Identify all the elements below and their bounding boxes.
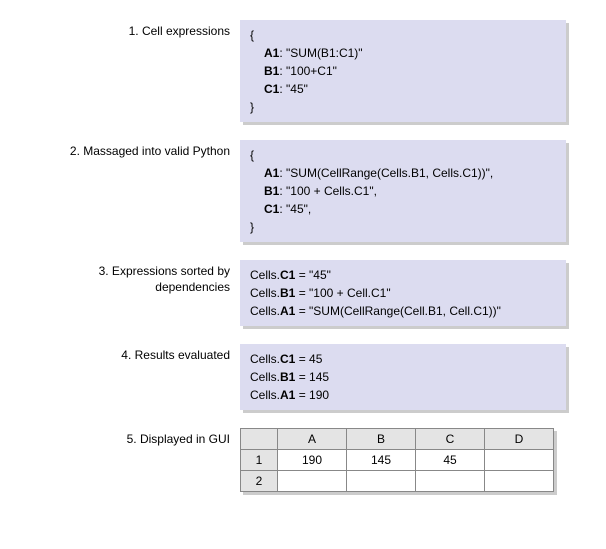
step-1: 1. Cell expressions { A1: "SUM(B1:C1)" B… — [40, 20, 566, 122]
step-5: 5. Displayed in GUI A B C D 1 190 145 45… — [40, 428, 566, 492]
code-line: Cells.A1 = "SUM(CellRange(Cell.B1, Cell.… — [250, 302, 556, 320]
step-1-label: 1. Cell expressions — [40, 20, 240, 40]
code-line: B1: "100 + Cells.C1", — [250, 182, 556, 200]
cell-key: A1 — [264, 46, 279, 60]
table-row: 2 — [241, 471, 554, 492]
brace-open: { — [250, 146, 556, 164]
cell-val: : "SUM(B1:C1)" — [279, 46, 362, 60]
cell-key: A1 — [264, 166, 279, 180]
step-2-label: 2. Massaged into valid Python — [40, 140, 240, 160]
code-line: Cells.C1 = 45 — [250, 350, 556, 368]
cell-val: : "100 + Cells.C1", — [279, 184, 377, 198]
code-line: Cells.B1 = "100 + Cell.C1" — [250, 284, 556, 302]
code-line: Cells.C1 = "45" — [250, 266, 556, 284]
step-2: 2. Massaged into valid Python { A1: "SUM… — [40, 140, 566, 242]
cell-d1[interactable] — [485, 450, 554, 471]
code-line: B1: "100+C1" — [250, 62, 556, 80]
header-row: A B C D — [241, 429, 554, 450]
code-line: Cells.A1 = 190 — [250, 386, 556, 404]
cell-val: : "100+C1" — [279, 64, 337, 78]
code-line: C1: "45" — [250, 80, 556, 98]
cell-d2[interactable] — [485, 471, 554, 492]
step-4-code: Cells.C1 = 45 Cells.B1 = 145 Cells.A1 = … — [240, 344, 566, 410]
row-header-1: 1 — [241, 450, 278, 471]
cell-c2[interactable] — [416, 471, 485, 492]
code-line: C1: "45", — [250, 200, 556, 218]
corner-cell — [241, 429, 278, 450]
cell-c1[interactable]: 45 — [416, 450, 485, 471]
col-header-c: C — [416, 429, 485, 450]
cell-val: : "SUM(CellRange(Cells.B1, Cells.C1))", — [279, 166, 493, 180]
cell-key: C1 — [264, 82, 279, 96]
cell-key: B1 — [264, 64, 279, 78]
code-line: A1: "SUM(B1:C1)" — [250, 44, 556, 62]
step-2-code: { A1: "SUM(CellRange(Cells.B1, Cells.C1)… — [240, 140, 566, 242]
step-3-code: Cells.C1 = "45" Cells.B1 = "100 + Cell.C… — [240, 260, 566, 326]
brace-close: } — [250, 218, 556, 236]
code-line: A1: "SUM(CellRange(Cells.B1, Cells.C1))"… — [250, 164, 556, 182]
col-header-d: D — [485, 429, 554, 450]
cell-a1[interactable]: 190 — [278, 450, 347, 471]
cell-key: C1 — [264, 202, 279, 216]
step-3-label: 3. Expressions sorted by dependencies — [40, 260, 240, 295]
row-header-2: 2 — [241, 471, 278, 492]
cell-key: B1 — [264, 184, 279, 198]
cell-a2[interactable] — [278, 471, 347, 492]
step-3: 3. Expressions sorted by dependencies Ce… — [40, 260, 566, 326]
brace-open: { — [250, 26, 556, 44]
cell-b2[interactable] — [347, 471, 416, 492]
step-1-code: { A1: "SUM(B1:C1)" B1: "100+C1" C1: "45"… — [240, 20, 566, 122]
step-5-label: 5. Displayed in GUI — [40, 428, 240, 448]
cell-val: : "45", — [279, 202, 311, 216]
col-header-b: B — [347, 429, 416, 450]
spreadsheet-display: A B C D 1 190 145 45 2 — [240, 428, 566, 492]
brace-close: } — [250, 98, 556, 116]
step-4: 4. Results evaluated Cells.C1 = 45 Cells… — [40, 344, 566, 410]
step-4-label: 4. Results evaluated — [40, 344, 240, 364]
code-line: Cells.B1 = 145 — [250, 368, 556, 386]
cell-b1[interactable]: 145 — [347, 450, 416, 471]
col-header-a: A — [278, 429, 347, 450]
cell-val: : "45" — [279, 82, 308, 96]
table-row: 1 190 145 45 — [241, 450, 554, 471]
spreadsheet-table: A B C D 1 190 145 45 2 — [240, 428, 554, 492]
